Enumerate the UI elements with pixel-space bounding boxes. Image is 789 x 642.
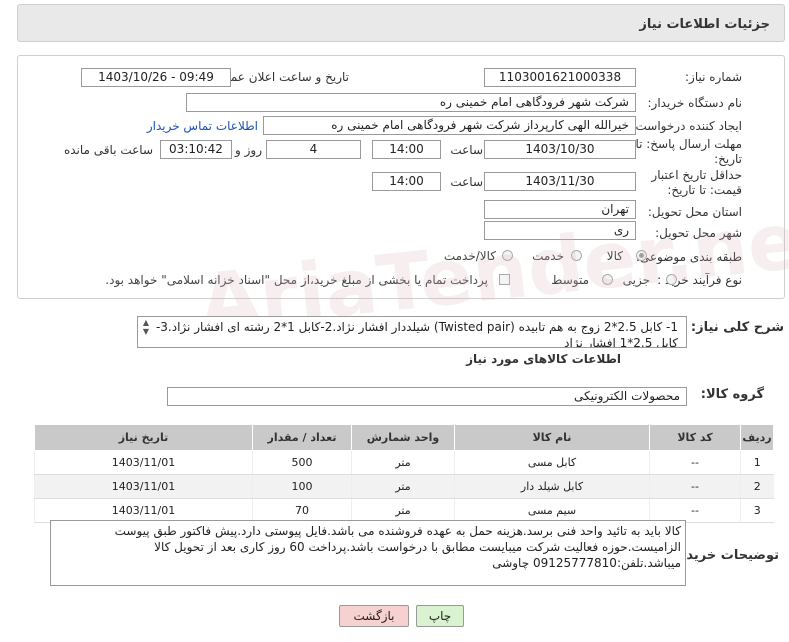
back-button[interactable]: بازگشت: [339, 605, 409, 627]
cell-row: 3: [740, 498, 774, 523]
cell-name: سیم مسی: [454, 498, 650, 523]
category-goods-radio[interactable]: [636, 250, 647, 261]
remaining-time-label: ساعت باقی مانده: [63, 143, 153, 157]
table-row[interactable]: 3 -- سیم مسی متر 70 1403/11/01: [34, 498, 774, 523]
category-both-radio[interactable]: [502, 250, 513, 261]
reply-time-field[interactable]: 14:00: [372, 140, 441, 159]
description-label: شرح کلی نیاز:: [690, 320, 784, 335]
cell-unit: متر: [351, 498, 455, 523]
requester-field[interactable]: خیرالله الهی کارپرداز شرکت شهر فرودگاهی …: [263, 116, 636, 135]
category-service-radio[interactable]: [571, 250, 582, 261]
contact-info-link[interactable]: اطلاعات تماس خریدار: [147, 119, 258, 133]
table-row[interactable]: 2 -- کابل شیلد دار متر 100 1403/11/01: [34, 474, 774, 499]
reply-time-label: ساعت: [450, 143, 483, 157]
buyer-org-label: نام دستگاه خریدار:: [647, 96, 743, 110]
validity-time-label: ساعت: [450, 175, 483, 189]
treasury-payment-note: پرداخت تمام یا بخشی از مبلغ خرید،از محل …: [105, 273, 488, 287]
category-service-label: خدمت: [532, 249, 564, 263]
cell-qty: 70: [252, 498, 352, 523]
cell-qty: 100: [252, 474, 352, 499]
category-label: طبقه بندی موضوعی:: [635, 250, 742, 264]
category-goods-label: کالا: [606, 249, 623, 263]
table-row[interactable]: 1 -- کابل مسی متر 500 1403/11/01: [34, 450, 774, 475]
cell-date: 1403/11/01: [34, 450, 253, 475]
page-header: جزئیات اطلاعات نیاز: [17, 4, 785, 42]
requester-label: ایجاد کننده درخواست:: [631, 119, 742, 133]
buyer-notes-textarea[interactable]: کالا باید به تائید واحد فنی برسد.هزینه ح…: [50, 520, 686, 586]
print-button[interactable]: چاپ: [416, 605, 464, 627]
province-label: استان محل تحویل:: [647, 205, 742, 219]
category-both-label: کالا/خدمت: [443, 249, 496, 263]
table-header-row: ردیف کد کالا نام کالا واحد شمارش تعداد /…: [34, 424, 774, 451]
cell-unit: متر: [351, 450, 455, 475]
cell-date: 1403/11/01: [34, 498, 253, 523]
announce-datetime-field[interactable]: 1403/10/26 - 09:49: [81, 68, 231, 87]
cell-row: 2: [740, 474, 774, 499]
need-number-label: شماره نیاز:: [685, 70, 742, 84]
scroll-updown-icon[interactable]: ▲ ▼: [139, 318, 153, 344]
goods-section-title: اطلاعات کالاهای مورد نیاز: [466, 352, 621, 366]
days-label: روز و: [235, 143, 262, 157]
col-code: کد کالا: [649, 424, 741, 451]
buyer-org-field[interactable]: شرکت شهر فرودگاهی امام خمینی ره: [186, 93, 636, 112]
city-label: شهر محل تحویل:: [655, 226, 742, 240]
city-field[interactable]: ری: [484, 221, 636, 240]
validity-date-field[interactable]: 1403/11/30: [484, 172, 636, 191]
purchase-minor-radio[interactable]: [666, 274, 677, 285]
cell-code: --: [649, 450, 741, 475]
cell-name: کابل شیلد دار: [454, 474, 650, 499]
description-textarea[interactable]: 1- کابل 2.5*2 زوج به هم تابیده (Twisted …: [137, 316, 687, 348]
col-qty: تعداد / مقدار: [252, 424, 352, 451]
reply-date-field[interactable]: 1403/10/30: [484, 140, 636, 159]
col-unit: واحد شمارش: [351, 424, 455, 451]
cell-row: 1: [740, 450, 774, 475]
cell-code: --: [649, 474, 741, 499]
purchase-minor-label: جزیی: [622, 273, 650, 287]
goods-group-field[interactable]: محصولات الکترونیکی: [167, 387, 687, 406]
price-validity-label: حداقل تاریخ اعتبار قیمت: تا تاریخ:: [651, 168, 742, 197]
col-date: تاریخ نیاز: [34, 424, 253, 451]
validity-time-field[interactable]: 14:00: [372, 172, 441, 191]
page-title: جزئیات اطلاعات نیاز: [639, 17, 770, 32]
purchase-medium-radio[interactable]: [602, 274, 613, 285]
purchase-medium-label: متوسط: [551, 273, 589, 287]
cell-unit: متر: [351, 474, 455, 499]
cell-date: 1403/11/01: [34, 474, 253, 499]
province-field[interactable]: تهران: [484, 200, 636, 219]
goods-table: ردیف کد کالا نام کالا واحد شمارش تعداد /…: [34, 424, 774, 523]
cell-code: --: [649, 498, 741, 523]
remaining-time-field[interactable]: 03:10:42: [160, 140, 232, 159]
days-field[interactable]: 4: [266, 140, 361, 159]
cell-qty: 500: [252, 450, 352, 475]
cell-name: کابل مسی: [454, 450, 650, 475]
treasury-payment-checkbox[interactable]: [499, 274, 510, 285]
need-number-field[interactable]: 1103001621000338: [484, 68, 636, 87]
goods-group-label: گروه کالا:: [700, 387, 764, 402]
reply-deadline-label: مهلت ارسال پاسخ: تا تاریخ:: [635, 137, 742, 166]
col-row: ردیف: [740, 424, 774, 451]
col-name: نام کالا: [454, 424, 650, 451]
